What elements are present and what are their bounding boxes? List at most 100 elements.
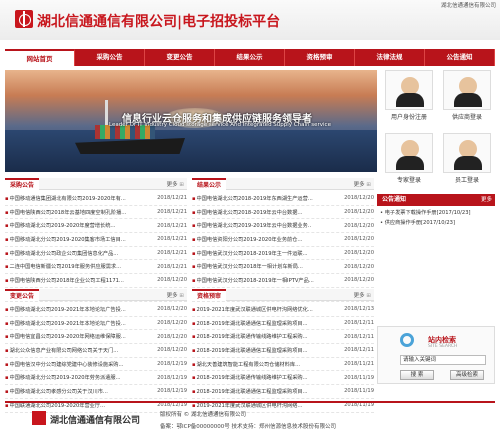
footer-copyright: 版权所有 © 湖北信通通信有限公司 <box>160 412 246 418</box>
list-item-title: 中国电信武汉分公司2018-2019年一相IPTV产品... <box>192 277 341 284</box>
list-item-title: 中国电信湖北公司2018-2019年东西湖生产运营... <box>192 195 341 202</box>
register-link[interactable]: 用户身份注册 <box>384 70 434 124</box>
list-item-title: 2018-2019年湖北联通传输线路维护工程采购... <box>192 333 341 340</box>
list-item-title: 中国电信汉中分公司建综党建中心装修设施采购... <box>5 361 154 368</box>
list-item[interactable]: 2018-2019年湖北联通通信工程监理采购项目...2018/12/11 <box>192 344 374 358</box>
list-item-date: 2018/12/21 <box>157 195 187 202</box>
list-item-title: 中国移动湖北公司孝感分公司关于汉川市... <box>5 388 154 395</box>
list-item-title: 中国移动湖北公司2019-2021年本地论坛广告投... <box>5 306 154 313</box>
list-item-date: 2018/12/20 <box>344 195 374 202</box>
list-item-title: 中国移动通信集团湖北有限公司2019-2020年有... <box>5 195 154 202</box>
staff-login-link[interactable]: 员工登录 <box>442 133 492 187</box>
list-item-title: 中国电信宜昌公司2019-2020年网络运维保障服... <box>5 333 154 340</box>
list-item[interactable]: 中国电信湖北公司2018-2019年云中台数据...2018/12/20 <box>192 206 374 220</box>
list-item-title: 2018-2019年湖北联通通信工程监理采购项目... <box>192 347 341 354</box>
nav-change[interactable]: 变更公告 <box>145 49 215 66</box>
nav-result[interactable]: 结果公示 <box>215 49 285 66</box>
list-item[interactable]: 二连中国电信新疆公司2019年服务供应服需求...2018/12/21 <box>5 260 187 275</box>
notice-item[interactable]: • 供应商操作手册[2017/10/23] <box>377 216 495 226</box>
person-icon <box>454 140 482 170</box>
list-item[interactable]: 中国电信宜昌公司2019-2020年网络运维保障服...2018/12/20 <box>5 330 187 345</box>
company-top-text: 湖北信通通信有限公司 <box>440 3 496 9</box>
list-item-date: 2018/12/20 <box>344 250 374 257</box>
purchase-more-link[interactable]: 更多 <box>167 180 184 188</box>
nav-notice[interactable]: 公告通知 <box>425 49 495 66</box>
list-item-date: 2018/12/20 <box>157 347 187 354</box>
list-item[interactable]: 2018-2019年湖北联通通信工程监理采购项目...2018/12/11 <box>192 317 374 331</box>
list-item-date: 2018/12/20 <box>157 277 187 284</box>
list-item[interactable]: 中国移动湖北公司2019-2020年度营增长统...2018/12/21 <box>5 219 187 234</box>
nav-prequal[interactable]: 资格预审 <box>285 49 355 66</box>
list-item[interactable]: 中国电信武汉分公司2018-2019年一相IPTV产品...2018/12/20 <box>192 274 374 288</box>
list-item-title: 2018-2019年湖北联通通信工程监理采购项目... <box>192 388 341 395</box>
change-more-link[interactable]: 更多 <box>167 291 184 299</box>
prequal-list: 2019-2021年度武汉联通城区供电杆沟网络优化...2018/12/1320… <box>192 303 374 413</box>
advanced-search-button[interactable]: 高级检索 <box>450 370 484 380</box>
list-item[interactable]: 2019-2021年度武汉联通城区供电杆沟网络优化...2018/12/13 <box>192 303 374 317</box>
list-item[interactable]: 2018-2019年湖北联通传输线路维护工程采购...2018/12/11 <box>192 330 374 345</box>
list-item-date: 2018/12/19 <box>157 374 187 381</box>
list-item[interactable]: 湖北天善建筑智能工程有限公司仓储材料库...2018/11/21 <box>192 358 374 372</box>
nav-home[interactable]: 网站首页 <box>5 49 75 66</box>
list-item-date: 2018/12/20 <box>344 209 374 216</box>
search-input[interactable]: 请输入关键词 <box>400 355 486 365</box>
crane-mast <box>105 100 108 128</box>
notice-item[interactable]: • 电子发票下载操作手册[2017/10/23] <box>377 206 495 216</box>
staff-login-label: 员工登录 <box>454 177 479 184</box>
hero-banner: 信息行业云仓服务和集成供应链服务领导者 Leader Of IT Industr… <box>5 70 377 172</box>
list-item-date: 2018/12/11 <box>344 347 374 354</box>
list-item[interactable]: 中国电信湖北公司2019-2019年云中台数据业务..2018/12/20 <box>192 219 374 234</box>
supplier-login-link[interactable]: 供应商登录 <box>442 70 492 124</box>
list-item-date: 2018/11/19 <box>344 374 374 381</box>
list-item[interactable]: 2018-2019年湖北联通传输线路维护工程采购...2018/11/19 <box>192 371 374 386</box>
list-item[interactable]: 中国移动湖北公司孝感分公司关于汉川市...2018/12/19 <box>5 385 187 399</box>
notice-item-text: 电子发票下载操作手册[2017/10/23] <box>384 210 471 216</box>
list-item[interactable]: 中国电信陕西分公司2018年企业公司工程1171...2018/12/20 <box>5 274 187 288</box>
list-item-date: 2018/11/19 <box>344 388 374 395</box>
prequal-more-link[interactable]: 更多 <box>354 291 371 299</box>
site-search-panel: 站内检索 SITE SEARCH 请输入关键词 搜 索 高级检索 <box>377 326 495 384</box>
list-item[interactable]: 中国电信湖北公司2018-2019年东西湖生产运营...2018/12/20 <box>192 192 374 206</box>
list-item-date: 2018/12/19 <box>157 361 187 368</box>
list-item[interactable]: 中国电信汉中分公司建综党建中心装修设施采购...2018/12/19 <box>5 358 187 372</box>
list-item-title: 中国移动湖北分公司政企公司集团信息化产品... <box>5 250 154 257</box>
search-subtitle: SITE SEARCH <box>428 344 458 349</box>
nav-law[interactable]: 法律法规 <box>355 49 425 66</box>
search-button[interactable]: 搜 索 <box>400 370 434 380</box>
list-item-date: 2018/11/19 <box>344 402 374 409</box>
result-more-link[interactable]: 更多 <box>354 180 371 188</box>
list-item[interactable]: 中国移动湖北公司2019-2021年本地论坛广告投...2018/12/20 <box>5 317 187 331</box>
list-item-date: 2018/12/19 <box>157 402 187 409</box>
list-item-date: 2018/12/13 <box>344 306 374 313</box>
staff-icon <box>443 133 491 173</box>
list-item[interactable]: 2018-2019年湖北联通通信工程监理采购项目...2018/11/19 <box>192 385 374 399</box>
list-item[interactable]: 中国电信资阳分公司2019-2020年业务前仓...2018/12/20 <box>192 233 374 247</box>
change-list: 中国移动湖北公司2019-2021年本地论坛广告投...2018/12/20中国… <box>5 303 187 413</box>
expert-icon <box>385 133 433 173</box>
list-item-title: 中国电信湖北公司2019-2019年云中台数据业务.. <box>192 222 341 229</box>
list-item[interactable]: 湖北公众信息产业有限公司网络公司关于天门...2018/12/20 <box>5 344 187 358</box>
nav-purchase[interactable]: 采购公告 <box>75 49 145 66</box>
list-item[interactable]: 中国电信陕西公司2018年云基地四度空制孔阶播...2018/12/21 <box>5 206 187 220</box>
list-item[interactable]: 中国移动湖北分公司2019-2020集客市场工信目...2018/12/21 <box>5 233 187 247</box>
list-item[interactable]: 中国移动湖北公司2019-2021年本地论坛广告投...2018/12/20 <box>5 303 187 317</box>
list-item-title: 2019-2021年度武汉联通城区供电杆沟网络优化... <box>192 306 341 313</box>
banner-slogan-en: Leader Of IT Industry Cloud storage serv… <box>109 122 331 128</box>
change-panel-title: 变更公告 <box>5 289 40 301</box>
list-item[interactable]: 中国电信武汉分公司2018年一相计划车新局...2018/12/20 <box>192 260 374 275</box>
list-item[interactable]: 中国电信武汉分公司2018-2019年主一件运联...2018/12/20 <box>192 247 374 261</box>
expert-login-link[interactable]: 专家登录 <box>384 133 434 187</box>
list-item-date: 2018/12/20 <box>344 277 374 284</box>
list-item-date: 2018/11/21 <box>344 361 374 368</box>
list-item[interactable]: 中国移动湖北分公司政企公司集团信息化产品...2018/12/21 <box>5 247 187 261</box>
list-item-date: 2018/12/20 <box>344 222 374 229</box>
list-item-title: 中国电信武汉分公司2018-2019年主一件运联... <box>192 250 341 257</box>
purchase-list: 中国移动通信集团湖北有限公司2019-2020年有...2018/12/21中国… <box>5 192 187 302</box>
notice-panel-title: 公告通知 <box>382 196 407 203</box>
list-item-date: 2018/12/20 <box>157 306 187 313</box>
prequal-panel-title: 资格预审 <box>192 289 227 301</box>
users-icon <box>385 70 433 110</box>
list-item[interactable]: 中国移动通信集团湖北有限公司2019-2020年有...2018/12/21 <box>5 192 187 206</box>
list-item[interactable]: 中国移动湖北分公司2019-2020年劳务派遣服...2018/12/19 <box>5 371 187 386</box>
notice-more-link[interactable]: 更多 <box>481 194 492 206</box>
